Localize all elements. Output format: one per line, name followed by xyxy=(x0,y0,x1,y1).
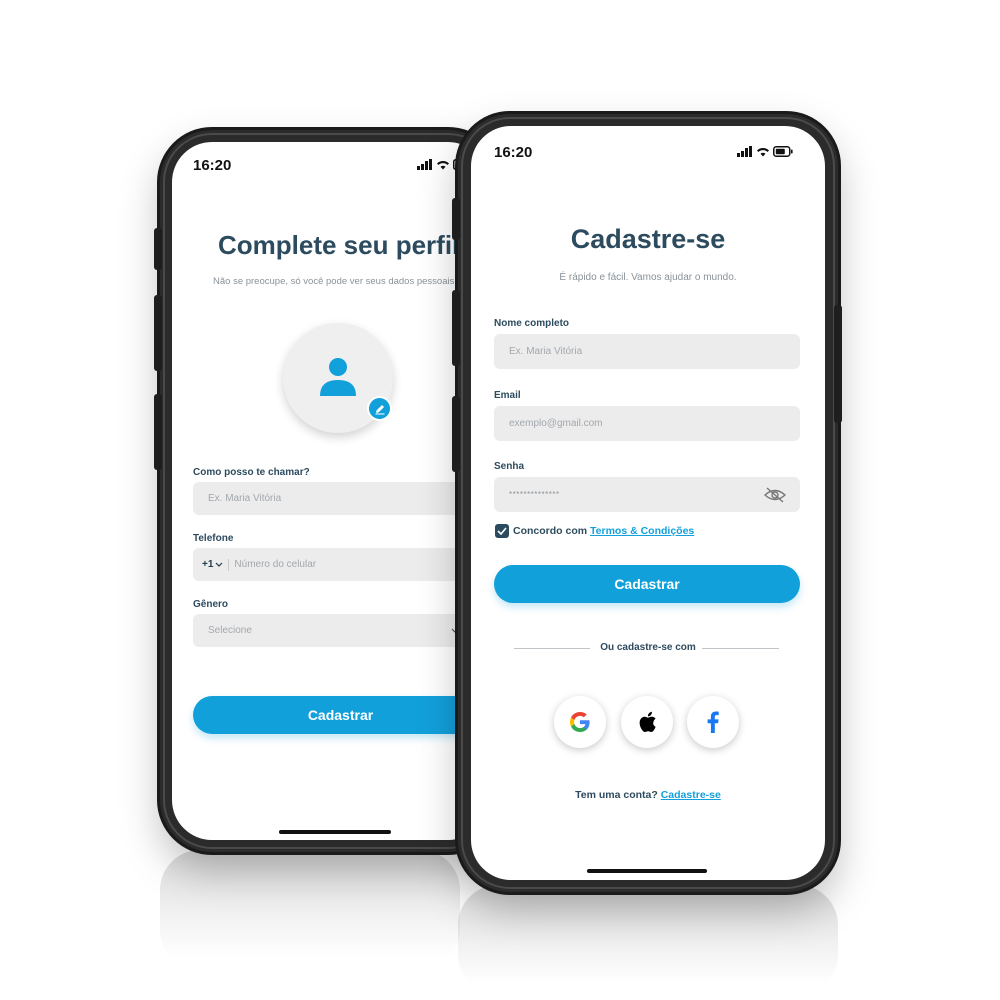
login-link[interactable]: Cadastre-se xyxy=(661,789,721,801)
page-title: Cadastre-se xyxy=(570,224,726,254)
edit-avatar-button[interactable] xyxy=(367,396,392,421)
submit-button[interactable]: Cadastrar xyxy=(494,565,800,603)
name-label: Como posso te chamar? xyxy=(193,467,310,478)
back-phone-side-button xyxy=(154,228,162,270)
battery-icon xyxy=(773,146,793,157)
gender-label: Gênero xyxy=(193,599,229,610)
country-code-select[interactable]: +1 xyxy=(202,559,223,570)
home-indicator xyxy=(587,869,707,873)
facebook-icon xyxy=(707,711,719,733)
terms-text: Concordo com Termos & Condições xyxy=(513,525,694,537)
apple-icon xyxy=(639,711,656,733)
checkbox-checked-icon xyxy=(497,527,507,535)
back-phone-volume-down xyxy=(154,394,162,470)
agree-text: Concordo com xyxy=(513,525,588,537)
front-phone-power-button xyxy=(834,305,842,423)
signal-icon xyxy=(417,159,432,170)
status-time: 16:20 xyxy=(494,144,533,161)
divider-right xyxy=(702,648,779,649)
phone-divider xyxy=(228,558,230,571)
email-field[interactable]: exemplo@gmail.com xyxy=(494,406,800,441)
google-icon xyxy=(570,712,590,732)
back-phone-volume-up xyxy=(154,295,162,371)
wifi-icon xyxy=(437,161,449,170)
wifi-icon xyxy=(757,148,769,157)
chevron-down-icon xyxy=(215,562,223,567)
facebook-login-button[interactable] xyxy=(687,696,739,748)
phone-placeholder: Número do celular xyxy=(234,559,317,570)
name-label: Nome completo xyxy=(494,318,570,329)
account-text: Tem uma conta? xyxy=(575,789,658,801)
avatar-placeholder-icon xyxy=(320,358,356,396)
email-label: Email xyxy=(494,390,521,401)
terms-link[interactable]: Termos & Condições xyxy=(590,525,694,537)
status-icons xyxy=(737,146,793,157)
front-phone-side-button-3 xyxy=(452,396,460,472)
page-subtitle: Não se preocupe, só você pode ver seus d… xyxy=(213,276,455,287)
password-value: ************** xyxy=(509,490,560,499)
front-phone-side-button-1 xyxy=(452,198,460,240)
email-placeholder: exemplo@gmail.com xyxy=(509,418,603,429)
edit-pencil-icon xyxy=(375,404,384,414)
eye-off-icon[interactable] xyxy=(764,487,786,503)
google-login-button[interactable] xyxy=(554,696,606,748)
page-title: Complete seu perfil xyxy=(218,230,460,260)
name-placeholder: Ex. Maria Vitória xyxy=(208,493,282,504)
password-label: Senha xyxy=(494,461,525,472)
password-field[interactable]: ************** xyxy=(494,477,800,512)
phone-field[interactable]: +1 Número do celular xyxy=(193,548,488,581)
terms-checkbox[interactable] xyxy=(495,524,509,538)
country-code: +1 xyxy=(202,559,214,570)
front-phone-side-button-2 xyxy=(452,290,460,366)
signal-icon xyxy=(737,146,752,157)
home-indicator xyxy=(279,830,391,834)
apple-login-button[interactable] xyxy=(621,696,673,748)
name-field[interactable]: Ex. Maria Vitória xyxy=(494,334,800,369)
status-time: 16:20 xyxy=(193,157,232,174)
account-prompt: Tem uma conta? Cadastre-se xyxy=(471,789,825,801)
front-phone-screen: 16:20 Cadastre-se É rápido e fácil. Vamo… xyxy=(471,126,825,880)
back-phone-screen: 16:20 Complete seu perfil Não se preocup… xyxy=(172,142,488,840)
gender-placeholder: Selecione xyxy=(208,625,252,636)
gender-select[interactable]: Selecione xyxy=(193,614,488,647)
name-field[interactable]: Ex. Maria Vitória xyxy=(193,482,488,515)
name-placeholder: Ex. Maria Vitória xyxy=(509,346,583,357)
front-phone-reflection xyxy=(458,885,838,995)
phone-label: Telefone xyxy=(193,533,234,544)
page-subtitle: É rápido e fácil. Vamos ajudar o mundo. xyxy=(559,272,737,283)
back-phone-reflection xyxy=(160,850,460,970)
submit-button[interactable]: Cadastrar xyxy=(193,696,488,734)
